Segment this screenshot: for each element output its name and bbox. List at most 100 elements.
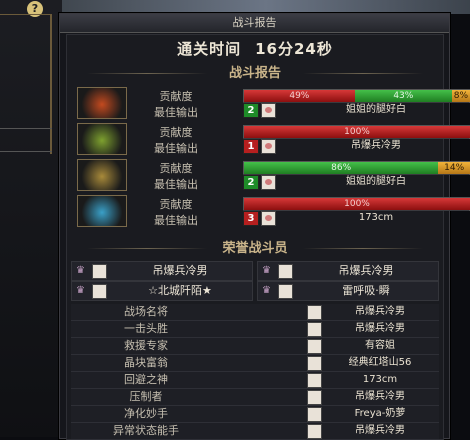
best-output-name: 173cm bbox=[358, 212, 394, 223]
rank-badge: 2 bbox=[243, 103, 259, 118]
award-title: 晶块富翁 bbox=[124, 356, 168, 369]
contribution-bar: 100% bbox=[243, 125, 470, 139]
contribution-segment: 8% bbox=[451, 90, 470, 102]
best-output-cell: 3 173cm bbox=[243, 211, 469, 226]
player-avatar bbox=[307, 322, 322, 337]
contribution-bar: 100% bbox=[243, 197, 470, 211]
heading-ornament-right bbox=[303, 73, 423, 74]
contribution-segment: 49% bbox=[244, 90, 355, 102]
contribution-segment: 43% bbox=[354, 90, 452, 102]
battle-report-body: 通关时间 16分24秒 战斗报告 贡献度 最佳输出 49% 43% 8% 2 姐姐的腿… bbox=[66, 34, 470, 440]
title-award-row: 救援专家 有容姐 bbox=[71, 338, 439, 355]
title-award-row: 战场名将 吊爆兵冷男 bbox=[71, 304, 439, 321]
award-player-name: 吊爆兵冷男 bbox=[355, 391, 405, 402]
contribution-label: 贡献度 bbox=[159, 198, 193, 211]
clear-time-label: 通关时间 bbox=[177, 40, 242, 58]
window-title: 战斗报告 bbox=[60, 14, 449, 33]
clear-time: 通关时间 16分24秒 bbox=[67, 37, 443, 61]
award-player-name: 吊爆兵冷男 bbox=[355, 306, 405, 317]
award-player-name: 有容姐 bbox=[365, 340, 395, 351]
rank-badge: 2 bbox=[243, 175, 259, 190]
contribution-label: 贡献度 bbox=[159, 126, 193, 139]
honor-player-name: 吊爆兵冷男 bbox=[338, 264, 394, 277]
player-avatar bbox=[307, 390, 322, 405]
player-avatar bbox=[307, 373, 322, 388]
player-avatar bbox=[307, 356, 322, 371]
honor-heading-text: 荣誉战斗员 bbox=[222, 241, 288, 256]
heading-ornament-right bbox=[303, 248, 423, 249]
player-avatar bbox=[92, 284, 107, 299]
title-award-row: 异常状态能手 吊爆兵冷男 bbox=[71, 423, 439, 440]
honor-player-name: ☆北城阡陌★ bbox=[148, 284, 212, 297]
class-portrait-icon bbox=[77, 123, 127, 155]
best-output-cell: 1 吊爆兵冷男 bbox=[243, 139, 469, 154]
title-award-row: 回避之神 173cm bbox=[71, 372, 439, 389]
honor-player: ♛ 雷呼吸·瞬 bbox=[257, 281, 439, 301]
title-award-row: 一击头胜 吊爆兵冷男 bbox=[71, 321, 439, 338]
best-output-name: 吊爆兵冷男 bbox=[351, 140, 401, 151]
honor-player: ♛ ☆北城阡陌★ bbox=[71, 281, 253, 301]
title-award-row: 晶块富翁 经典红塔山56 bbox=[71, 355, 439, 372]
contribution-label: 贡献度 bbox=[159, 90, 193, 103]
award-player-name: 经典红塔山56 bbox=[348, 357, 412, 368]
best-output-label: 最佳输出 bbox=[154, 106, 198, 119]
player-avatar bbox=[261, 103, 276, 118]
clear-time-value: 16分24秒 bbox=[255, 40, 333, 58]
award-title: 净化妙手 bbox=[124, 407, 168, 420]
best-output-cell: 2 姐姐的腿好白 bbox=[243, 103, 469, 118]
crown-icon: ♛ bbox=[262, 285, 271, 296]
best-output-name: 姐姐的腿好白 bbox=[346, 104, 406, 115]
award-player-name: 173cm bbox=[362, 374, 398, 385]
heading-ornament-left bbox=[87, 73, 207, 74]
contribution-segment: 86% bbox=[244, 162, 439, 174]
class-portrait-icon bbox=[77, 159, 127, 191]
contribution-segment: 14% bbox=[438, 162, 470, 174]
contribution-segment: 100% bbox=[244, 198, 470, 210]
left-panel-background: ? bbox=[0, 0, 62, 437]
honor-player: ♛ 吊爆兵冷男 bbox=[257, 261, 439, 281]
contribution-segment: 100% bbox=[244, 126, 470, 138]
rank-badge: 1 bbox=[243, 139, 259, 154]
player-avatar bbox=[261, 211, 276, 226]
player-avatar bbox=[307, 407, 322, 422]
honor-heading: 荣誉战斗员 bbox=[67, 240, 443, 258]
player-avatar bbox=[307, 339, 322, 354]
award-title: 救援专家 bbox=[124, 339, 168, 352]
crown-icon: ♛ bbox=[76, 285, 85, 296]
player-avatar bbox=[307, 305, 322, 320]
player-avatar bbox=[278, 284, 293, 299]
award-title: 压制者 bbox=[129, 390, 163, 403]
crown-icon: ♛ bbox=[262, 265, 271, 276]
contribution-bar: 86% 14% bbox=[243, 161, 470, 175]
award-title: 一击头胜 bbox=[124, 322, 168, 335]
class-portrait-icon bbox=[77, 195, 127, 227]
best-output-cell: 2 姐姐的腿好白 bbox=[243, 175, 469, 190]
best-output-name: 姐姐的腿好白 bbox=[346, 176, 406, 187]
report-heading: 战斗报告 bbox=[67, 65, 443, 83]
class-portrait-icon bbox=[77, 87, 127, 119]
title-award-row: 净化妙手 Freya-奶萝 bbox=[71, 406, 439, 423]
honor-player-name: 雷呼吸·瞬 bbox=[342, 284, 390, 297]
left-frame-box bbox=[0, 128, 52, 152]
best-output-label: 最佳输出 bbox=[154, 178, 198, 191]
best-output-label: 最佳输出 bbox=[154, 214, 198, 227]
player-report-row: 贡献度 最佳输出 49% 43% 8% 2 姐姐的腿好白 bbox=[71, 87, 470, 119]
player-avatar bbox=[261, 139, 276, 154]
crown-icon: ♛ bbox=[76, 265, 85, 276]
scene-background-strip bbox=[62, 0, 470, 14]
title-award-row: 压制者 吊爆兵冷男 bbox=[71, 389, 439, 406]
award-player-name: 吊爆兵冷男 bbox=[355, 323, 405, 334]
honor-grid: ♛ 吊爆兵冷男 ♛ 吊爆兵冷男 ♛ ☆北城阡陌★ ♛ 雷呼吸·瞬 bbox=[71, 261, 439, 301]
player-avatar bbox=[92, 264, 107, 279]
report-heading-text: 战斗报告 bbox=[228, 66, 281, 81]
award-title: 回避之神 bbox=[124, 373, 168, 386]
left-divider bbox=[0, 14, 52, 15]
honor-player: ♛ 吊爆兵冷男 bbox=[71, 261, 253, 281]
battle-report-window: 战斗报告 通关时间 16分24秒 战斗报告 贡献度 最佳输出 49% 43% 8% 2… bbox=[59, 13, 470, 440]
player-report-row: 贡献度 最佳输出 86% 14% 2 姐姐的腿好白 bbox=[71, 159, 470, 191]
best-output-label: 最佳输出 bbox=[154, 142, 198, 155]
contribution-label: 贡献度 bbox=[159, 162, 193, 175]
contribution-bar: 49% 43% 8% bbox=[243, 89, 470, 103]
award-player-name: Freya-奶萝 bbox=[354, 408, 406, 419]
rank-badge: 3 bbox=[243, 211, 259, 226]
